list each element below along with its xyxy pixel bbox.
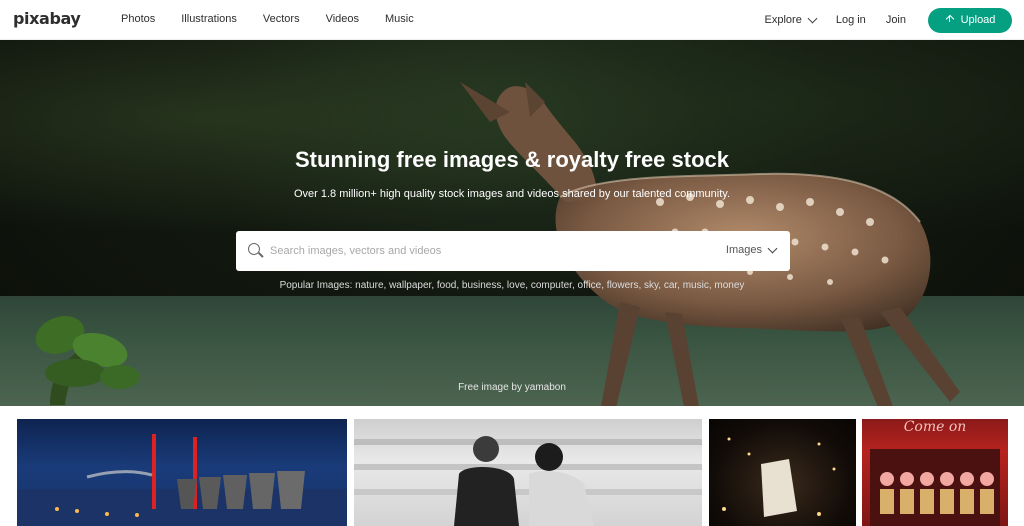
- shop-sign-text: Come on: [904, 419, 967, 435]
- gallery-item-couple[interactable]: [354, 419, 702, 526]
- hero-title: Stunning free images & royalty free stoc…: [294, 147, 730, 172]
- power-plant-image: [17, 434, 347, 526]
- search-icon[interactable]: [248, 243, 260, 255]
- nav-illustrations[interactable]: Illustrations: [181, 13, 237, 25]
- hero-subtitle: Over 1.8 million+ high quality stock ima…: [293, 188, 731, 200]
- search-bar: Images: [236, 231, 790, 271]
- login-link[interactable]: Log in: [836, 14, 866, 26]
- explore-label: Explore: [764, 14, 802, 26]
- chevron-down-icon: [767, 243, 778, 253]
- search-input[interactable]: [270, 240, 690, 262]
- top-navigation-bar: pixabay Photos Illustrations Vectors Vid…: [0, 0, 1024, 40]
- hero-banner: Stunning free images & royalty free stoc…: [0, 40, 1024, 406]
- upload-label: Upload: [960, 14, 996, 26]
- search-type-dropdown[interactable]: Images: [725, 243, 778, 256]
- upload-icon: [945, 15, 955, 25]
- user-nav: Explore Log in Join Upload: [765, 0, 1024, 40]
- gallery-item-food-stall[interactable]: Come on: [862, 419, 1008, 526]
- upload-button[interactable]: Upload: [928, 7, 1012, 33]
- nav-music[interactable]: Music: [385, 13, 414, 25]
- image-credit[interactable]: Free image by yamabon: [0, 382, 1024, 393]
- nav-photos[interactable]: Photos: [121, 13, 155, 25]
- couple-image: [354, 436, 702, 526]
- pixabay-logo[interactable]: pixabay: [13, 9, 81, 28]
- join-link[interactable]: Join: [886, 14, 906, 26]
- image-gallery: Come on: [0, 419, 1024, 526]
- nav-vectors[interactable]: Vectors: [263, 13, 300, 25]
- explore-menu[interactable]: Explore: [764, 13, 818, 26]
- gallery-item-power-plant[interactable]: [17, 419, 347, 526]
- search-type-label: Images: [725, 244, 762, 256]
- nav-videos[interactable]: Videos: [326, 13, 359, 25]
- popular-searches[interactable]: Popular Images: nature, wallpaper, food,…: [0, 280, 1024, 291]
- food-stall-image: Come on: [870, 419, 1000, 526]
- chevron-down-icon: [807, 13, 818, 23]
- gallery-item-sky-lantern[interactable]: [709, 419, 856, 526]
- main-nav: Photos Illustrations Vectors Videos Musi…: [121, 13, 440, 25]
- sky-lantern-image: [722, 437, 836, 517]
